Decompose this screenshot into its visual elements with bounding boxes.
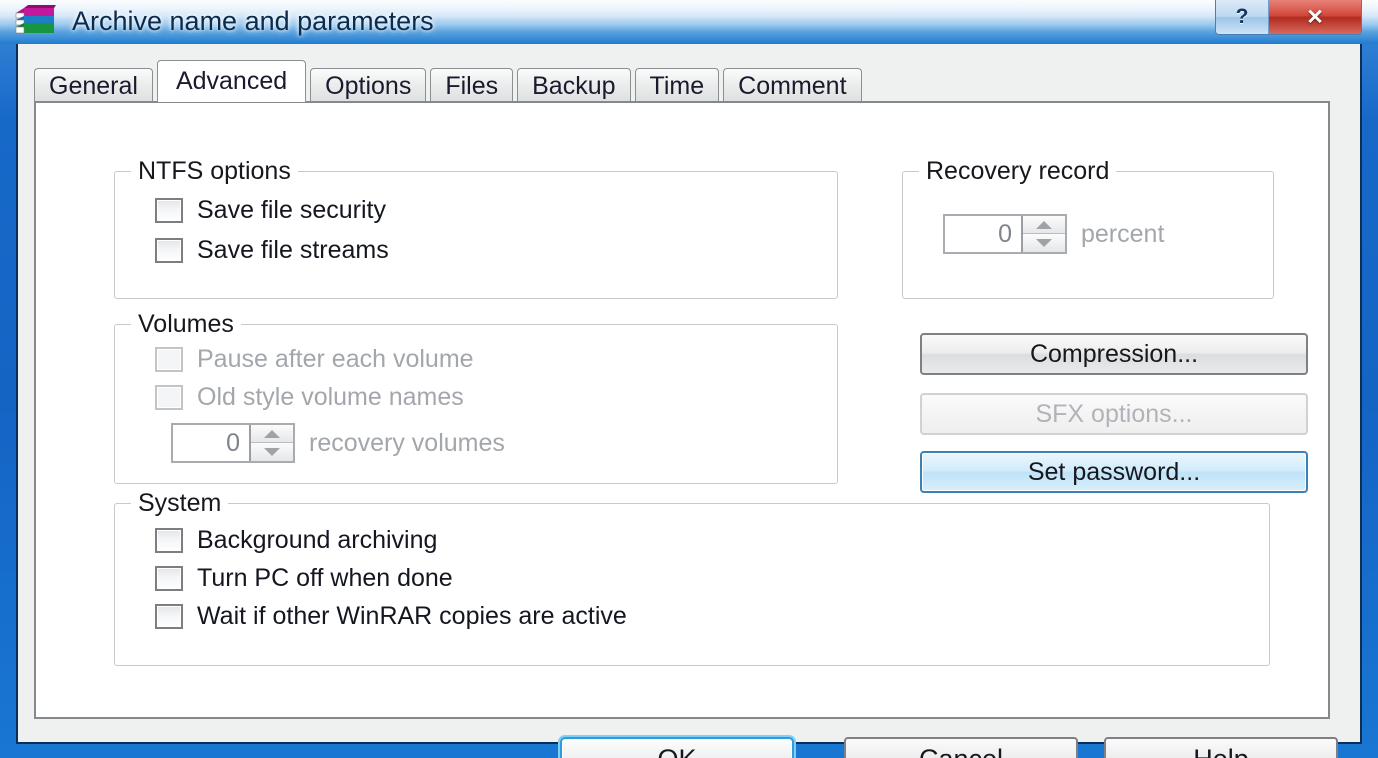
checkbox-label: Wait if other WinRAR copies are active <box>197 602 627 630</box>
group-title-recovery-record: Recovery record <box>919 157 1117 186</box>
recovery-record-label: percent <box>1081 219 1165 248</box>
recovery-record-row: 0 percent <box>943 214 1164 254</box>
tab-strip: General Advanced Options Files Backup Ti… <box>34 60 1330 102</box>
stepper-value: 0 <box>226 428 240 457</box>
dialog-footer: OK Cancel Help <box>18 719 1360 758</box>
title-bar: Archive name and parameters ? ✕ <box>0 0 1378 44</box>
tab-files[interactable]: Files <box>430 68 514 102</box>
group-title-ntfs: NTFS options <box>131 157 298 186</box>
checkbox-pause-after-each-volume: Pause after each volume <box>155 347 474 372</box>
tab-options[interactable]: Options <box>310 68 427 102</box>
checkbox-label: Turn PC off when done <box>197 564 453 592</box>
help-button-footer[interactable]: Help <box>1104 737 1338 758</box>
tab-time[interactable]: Time <box>634 68 720 102</box>
close-icon[interactable]: ✕ <box>1269 0 1361 34</box>
tab-comment[interactable]: Comment <box>723 68 862 102</box>
stepper-arrows <box>1021 216 1065 252</box>
checkbox-background-archiving[interactable]: Background archiving <box>155 528 437 553</box>
help-button[interactable]: ? <box>1216 0 1269 34</box>
ok-button[interactable]: OK <box>560 737 794 758</box>
group-title-system: System <box>131 489 229 518</box>
checkbox-old-style-volume-names: Old style volume names <box>155 385 464 410</box>
group-system: System Background archiving Turn PC off … <box>114 489 1270 666</box>
group-recovery-record: Recovery record 0 percent <box>902 157 1274 299</box>
recovery-volumes-label: recovery volumes <box>309 428 505 457</box>
checkbox-turn-pc-off-when-done[interactable]: Turn PC off when done <box>155 566 453 591</box>
checkbox-box[interactable] <box>155 198 183 223</box>
cancel-button[interactable]: Cancel <box>844 737 1078 758</box>
group-title-volumes: Volumes <box>131 310 241 339</box>
tab-advanced[interactable]: Advanced <box>156 60 307 102</box>
dialog-client-area: General Advanced Options Files Backup Ti… <box>16 44 1362 758</box>
checkbox-save-file-security[interactable]: Save file security <box>155 198 386 223</box>
checkbox-box <box>155 385 183 410</box>
chevron-down-icon <box>1023 234 1065 252</box>
tab-backup[interactable]: Backup <box>517 68 631 102</box>
window-title: Archive name and parameters <box>72 6 434 36</box>
winrar-books-icon <box>15 5 56 34</box>
checkbox-label: Save file streams <box>197 236 389 264</box>
window-frame: Archive name and parameters ? ✕ General … <box>0 0 1378 758</box>
checkbox-wait-if-other-winrar-copies-are-active[interactable]: Wait if other WinRAR copies are active <box>155 604 627 629</box>
recovery-volumes-stepper: 0 <box>171 423 295 463</box>
checkbox-label: Save file security <box>197 196 386 224</box>
tab-panel-advanced: NTFS options Save file security Save fil… <box>34 101 1330 719</box>
checkbox-box <box>155 347 183 372</box>
set-password-button[interactable]: Set password... <box>920 451 1308 493</box>
checkbox-save-file-streams[interactable]: Save file streams <box>155 238 389 263</box>
recovery-volumes-row: 0 recovery volumes <box>171 423 505 463</box>
stepper-arrows <box>249 425 293 461</box>
tab-general[interactable]: General <box>34 68 153 102</box>
chevron-up-icon <box>251 425 293 443</box>
group-volumes: Volumes Pause after each volume Old styl… <box>114 310 838 484</box>
sfx-options-button: SFX options... <box>920 393 1308 435</box>
checkbox-label: Old style volume names <box>197 383 464 411</box>
chevron-up-icon <box>1023 216 1065 234</box>
stepper-value: 0 <box>998 219 1012 248</box>
recovery-record-stepper: 0 <box>943 214 1067 254</box>
checkbox-label: Background archiving <box>197 526 438 554</box>
checkbox-box[interactable] <box>155 238 183 263</box>
checkbox-box[interactable] <box>155 566 183 591</box>
checkbox-label: Pause after each volume <box>197 345 474 373</box>
window-controls: ? ✕ <box>1215 0 1362 35</box>
checkbox-box[interactable] <box>155 604 183 629</box>
chevron-down-icon <box>251 443 293 461</box>
compression-button[interactable]: Compression... <box>920 333 1308 375</box>
group-ntfs-options: NTFS options Save file security Save fil… <box>114 157 838 299</box>
checkbox-box[interactable] <box>155 528 183 553</box>
